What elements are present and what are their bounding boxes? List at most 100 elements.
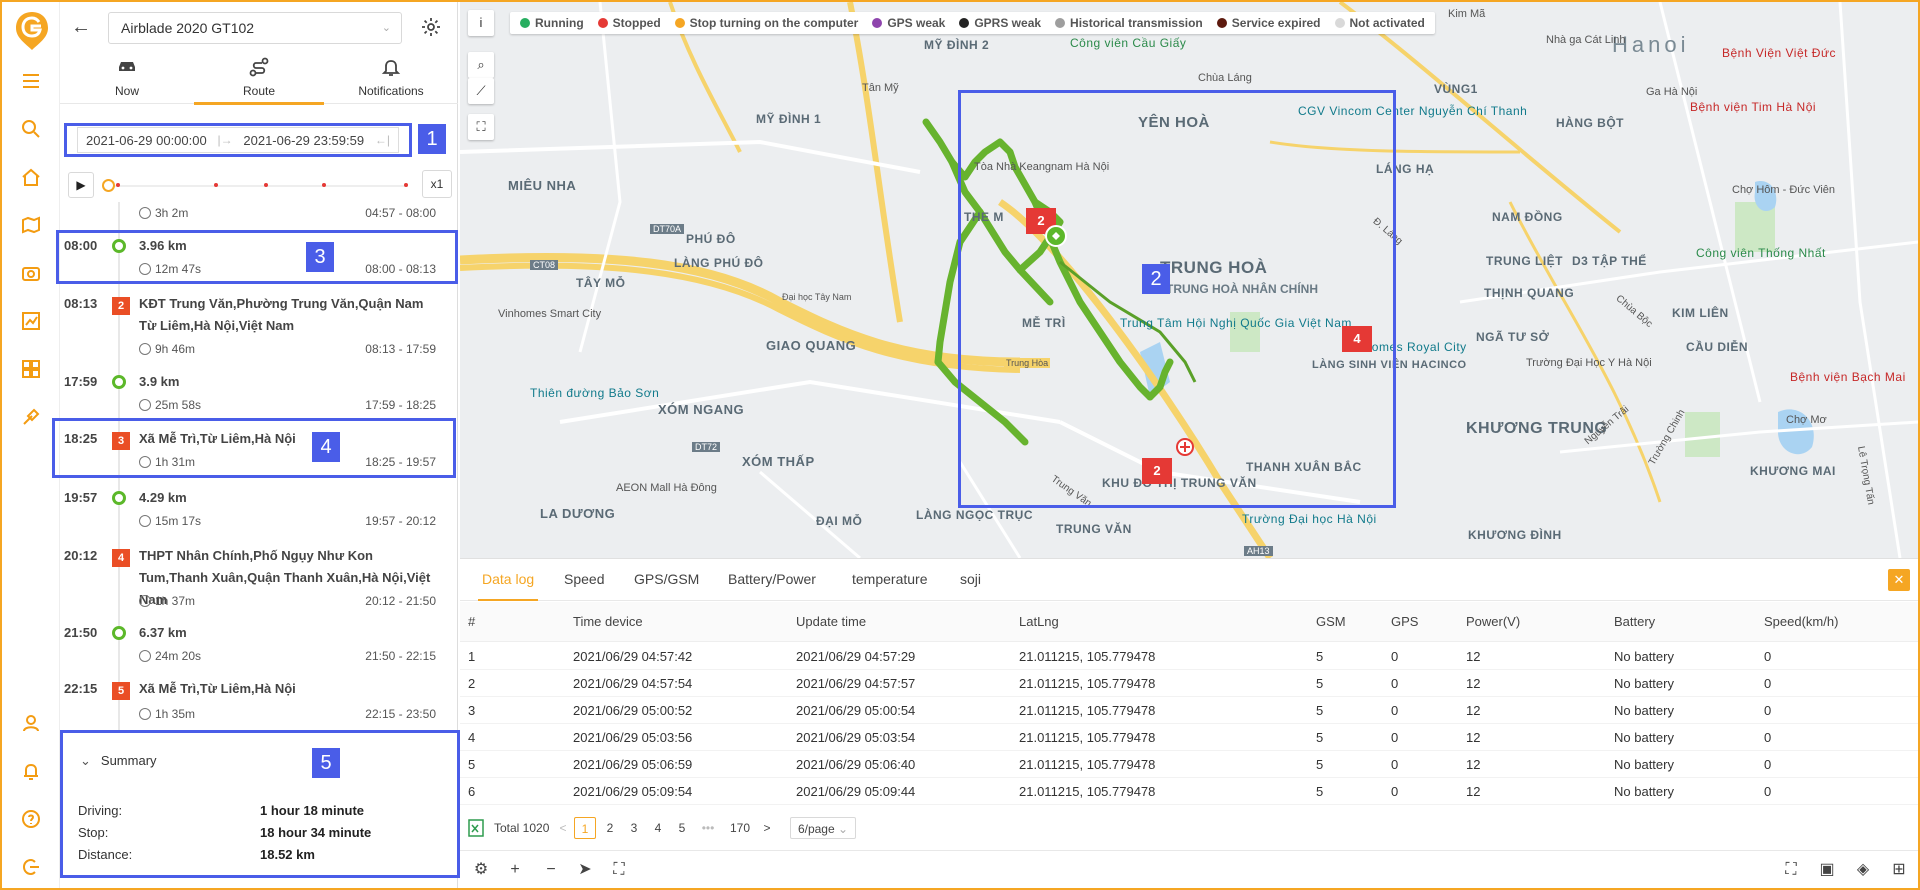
table-row[interactable]: 3 2021/06/29 05:00:52 2021/06/29 05:00:54 2… — [460, 697, 1918, 724]
settings-icon[interactable]: ⚙ — [470, 859, 492, 881]
track-marker — [116, 183, 120, 187]
layers-icon[interactable]: ◈ — [1852, 859, 1874, 881]
map-label: NAM ĐỒNG — [1492, 210, 1563, 224]
zoom-in-icon[interactable]: + — [504, 859, 526, 881]
info-button[interactable]: i — [468, 10, 494, 36]
timeline-duration: 25m 58s — [139, 398, 201, 412]
map-label: Trường Đại Học Y Hà Nội — [1526, 357, 1652, 369]
driving-marker — [112, 626, 126, 640]
range-arrow-icon: |→ — [217, 133, 233, 147]
page-3[interactable]: 3 — [624, 817, 644, 839]
timeline-item-partial: 3h 2m 04:57 - 08:00 — [60, 202, 458, 224]
expand-icon[interactable]: ⊞ — [1888, 859, 1910, 881]
panel-tabs: Now Route Notifications — [60, 52, 458, 105]
timeline-time: 20:12 — [64, 548, 98, 563]
crop-icon[interactable]: ▣ — [1816, 859, 1838, 881]
map-label: TRUNG LIỆT — [1486, 254, 1563, 268]
date-start[interactable]: 2021-06-29 00:00:00 — [86, 133, 207, 148]
map-label: Bệnh viện Bạch Mai — [1790, 370, 1906, 384]
annotation-box-5 — [60, 730, 460, 878]
map-label: TRUNG VĂN — [1056, 522, 1132, 536]
map-label: VÙNG1 — [1434, 82, 1478, 96]
excel-export-icon[interactable] — [468, 819, 484, 837]
zoom-out-icon[interactable]: − — [540, 859, 562, 881]
gear-icon[interactable] — [420, 16, 442, 38]
tab-battery-power[interactable]: Battery/Power — [728, 571, 816, 587]
locate-icon[interactable]: ➤ — [574, 859, 596, 881]
map-search-icon[interactable]: ⌕ — [468, 52, 494, 78]
speed-button[interactable]: x1 — [422, 170, 452, 198]
stop-marker: 5 — [112, 682, 130, 700]
fullscreen-icon[interactable]: ⛶ — [468, 114, 494, 140]
prev-page[interactable]: < — [556, 817, 570, 839]
table-row[interactable]: 5 2021/06/29 05:06:59 2021/06/29 05:06:40 2… — [460, 751, 1918, 778]
map-label: Chợ Mơ — [1786, 414, 1827, 426]
page-5[interactable]: 5 — [672, 817, 692, 839]
play-icon[interactable]: ▶ — [68, 172, 94, 198]
page-4[interactable]: 4 — [648, 817, 668, 839]
help-icon[interactable] — [16, 804, 46, 834]
page-size-select[interactable]: 6/page ⌄ — [790, 817, 856, 839]
playback-handle[interactable] — [102, 179, 115, 192]
tab-speed[interactable]: Speed — [564, 571, 604, 587]
date-end[interactable]: 2021-06-29 23:59:59 — [243, 133, 364, 148]
device-row: ← Airblade 2020 GT102 ⌄ — [60, 10, 458, 46]
map-route-icon[interactable] — [16, 210, 46, 240]
tab-route[interactable]: Route — [194, 52, 324, 105]
home-icon[interactable] — [16, 162, 46, 192]
column-header: Speed(km/h) — [1764, 614, 1839, 629]
tools-icon[interactable] — [16, 402, 46, 432]
screenshot-icon[interactable]: ⛶ — [1780, 859, 1802, 881]
table-row[interactable]: 2 2021/06/29 04:57:54 2021/06/29 04:57:57 2… — [460, 670, 1918, 697]
alarm-icon[interactable] — [16, 756, 46, 786]
map-label: Công viên Cầu Giấy — [1070, 36, 1187, 50]
playback-track[interactable] — [102, 179, 408, 192]
clock-icon — [139, 343, 151, 355]
legend-item: Stopped — [597, 16, 661, 30]
device-select[interactable]: Airblade 2020 GT102 ⌄ — [108, 12, 402, 44]
next-page[interactable]: > — [760, 817, 774, 839]
close-icon[interactable]: ✕ — [1888, 569, 1910, 591]
page-1[interactable]: 1 — [574, 817, 596, 839]
tab-notifications[interactable]: Notifications — [326, 52, 456, 104]
user-icon[interactable] — [16, 708, 46, 738]
chart-icon[interactable] — [16, 306, 46, 336]
tab-now[interactable]: Now — [62, 52, 192, 104]
map-view[interactable]: Running Stopped Stop turning on the comp… — [460, 2, 1918, 558]
timeline-time: 22:15 — [64, 681, 98, 696]
stop-marker: 4 — [112, 549, 130, 567]
map-label: LÀNG PHÚ ĐÔ — [674, 256, 764, 270]
menu-icon[interactable] — [16, 66, 46, 96]
annotation-box-2 — [958, 90, 1396, 508]
date-range-picker[interactable]: 2021-06-29 00:00:00 |→ 2021-06-29 23:59:… — [64, 123, 412, 157]
logout-icon[interactable] — [16, 852, 46, 882]
table-row[interactable]: 6 2021/06/29 05:09:54 2021/06/29 05:09:44 2… — [460, 778, 1918, 805]
column-header: Time device — [573, 614, 643, 629]
fit-bounds-icon[interactable]: ⛶ — [608, 859, 630, 881]
back-arrow-icon[interactable]: ← — [70, 16, 92, 38]
page-ellipsis[interactable]: ••• — [696, 817, 720, 839]
tab-soji[interactable]: soji — [960, 571, 981, 587]
ruler-icon[interactable]: ⟋ — [468, 78, 494, 104]
tab-data-log[interactable]: Data log — [477, 571, 539, 601]
page-2[interactable]: 2 — [600, 817, 620, 839]
camera-icon[interactable] — [16, 258, 46, 288]
annotation-box-3 — [56, 230, 458, 284]
apps-icon[interactable] — [16, 354, 46, 384]
tab-temperature[interactable]: temperature — [852, 571, 927, 587]
timeline-distance: 4.29 km — [139, 490, 187, 505]
timeline-duration: 1h 35m — [139, 707, 195, 721]
search-icon[interactable] — [16, 114, 46, 144]
timeline-range: 19:57 - 20:12 — [365, 514, 436, 528]
clock-icon — [139, 650, 151, 662]
table-row[interactable]: 4 2021/06/29 05:03:56 2021/06/29 05:03:54 2… — [460, 724, 1918, 751]
app-logo[interactable] — [14, 10, 50, 52]
tab-now-label: Now — [114, 84, 139, 98]
tab-gps-gsm[interactable]: GPS/GSM — [634, 571, 699, 587]
total-count: Total 1020 — [494, 821, 550, 835]
clear-range-icon[interactable]: ←| — [375, 133, 390, 147]
pagination: Total 1020 < 1 2 3 4 5 ••• 170 > 6/page … — [460, 811, 1918, 843]
page-last[interactable]: 170 — [724, 817, 756, 839]
map-label: Tân Mỹ — [862, 82, 899, 94]
table-row[interactable]: 1 2021/06/29 04:57:42 2021/06/29 04:57:29 2… — [460, 643, 1918, 670]
